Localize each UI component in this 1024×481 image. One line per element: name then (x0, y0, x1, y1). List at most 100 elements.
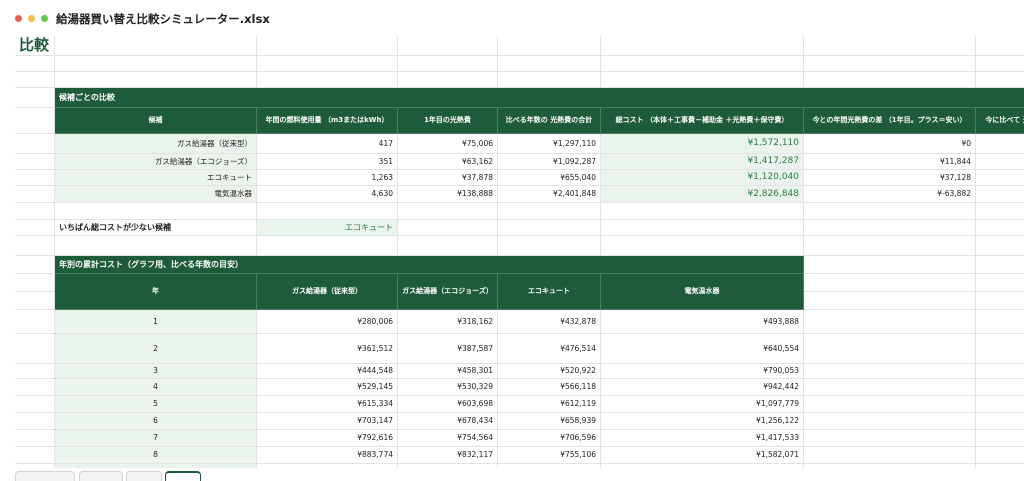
grid-cell[interactable] (976, 274, 1024, 292)
grid-cell[interactable] (976, 236, 1024, 256)
annual-diff-cell[interactable]: ¥11,844 (804, 154, 976, 170)
cumulative-cost-cell[interactable]: ¥458,301 (398, 364, 498, 379)
cumulative-cost-cell[interactable]: ¥754,564 (398, 430, 498, 447)
grid-cell[interactable] (804, 310, 976, 334)
grid-cell[interactable] (498, 72, 601, 88)
column-header[interactable]: 候補 (55, 108, 257, 134)
year-cell[interactable]: 5 (55, 396, 257, 413)
grid-cell[interactable] (976, 292, 1024, 310)
cumulative-cost-cell[interactable]: ¥792,616 (257, 430, 398, 447)
grid-cell[interactable] (398, 236, 498, 256)
grid-cell[interactable] (804, 292, 976, 310)
column-header[interactable]: 総コスト （本体＋工事費－補助金 ＋光熱費＋保守費） (601, 108, 804, 134)
column-header[interactable]: ガス給湯器（エコジョーズ） (398, 274, 498, 310)
grid-cell[interactable] (15, 396, 55, 413)
cumulative-cost-cell[interactable]: ¥387,587 (398, 334, 498, 364)
grid-cell[interactable] (15, 292, 55, 310)
grid-cell[interactable] (498, 56, 601, 72)
cumulative-cost-cell[interactable]: ¥703,147 (257, 413, 398, 430)
grid-cell[interactable] (804, 274, 976, 292)
grid-cell[interactable] (398, 203, 498, 220)
grid-cell[interactable] (15, 72, 55, 88)
year-cell[interactable]: 1 (55, 310, 257, 334)
grid-cell[interactable] (15, 256, 55, 274)
cumulative-cost-cell[interactable]: ¥1,256,122 (601, 413, 804, 430)
total-cost-cell[interactable]: ¥1,572,110 (601, 134, 804, 154)
grid-cell[interactable] (15, 310, 55, 334)
cumulative-cost-cell[interactable]: ¥520,922 (498, 364, 601, 379)
grid-cell[interactable] (804, 430, 976, 447)
grid-cell[interactable] (976, 447, 1024, 464)
grid-cell[interactable] (804, 447, 976, 464)
grid-cell[interactable] (976, 430, 1024, 447)
grid-cell[interactable] (55, 72, 257, 88)
grid-cell[interactable] (976, 72, 1024, 88)
year-cell[interactable]: 4 (55, 379, 257, 396)
cumulative-cost-cell[interactable]: ¥280,006 (257, 310, 398, 334)
cumulative-cost-cell[interactable]: ¥706,596 (498, 430, 601, 447)
grid-cell[interactable] (804, 56, 976, 72)
grid-cell[interactable] (498, 36, 601, 56)
grid-cell[interactable] (15, 236, 55, 256)
cumulative-cost-cell[interactable]: ¥530,329 (398, 379, 498, 396)
grid-cell[interactable] (976, 134, 1024, 154)
grid-cell[interactable] (976, 396, 1024, 413)
first-year-cost-cell[interactable]: ¥37,878 (398, 170, 498, 186)
grid-cell[interactable] (976, 379, 1024, 396)
cumulative-cost-cell[interactable]: ¥678,434 (398, 413, 498, 430)
cumulative-cost-cell[interactable]: ¥444,548 (257, 364, 398, 379)
grid-cell[interactable] (257, 56, 398, 72)
grid-cell[interactable] (15, 108, 55, 134)
sheet-tab[interactable] (79, 471, 123, 481)
section-title-candidates[interactable]: 候補ごとの比較 (55, 88, 1024, 108)
grid-cell[interactable] (601, 72, 804, 88)
sheet-tab[interactable] (126, 471, 162, 481)
grid-cell[interactable] (601, 56, 804, 72)
cumulative-cost-cell[interactable]: ¥529,145 (257, 379, 398, 396)
grid-cell[interactable] (257, 36, 398, 56)
grid-cell[interactable] (804, 236, 976, 256)
cumulative-cost-cell[interactable]: ¥658,939 (498, 413, 601, 430)
grid-cell[interactable] (55, 236, 257, 256)
year-cell[interactable]: 8 (55, 447, 257, 464)
annual-diff-cell[interactable]: ¥37,128 (804, 170, 976, 186)
grid-cell[interactable] (804, 364, 976, 379)
best-candidate-value[interactable]: エコキュート (257, 220, 398, 236)
cumulative-cost-cell[interactable]: ¥318,162 (398, 310, 498, 334)
maximize-window-button[interactable] (41, 15, 48, 22)
candidate-name[interactable]: ガス給湯器（従来型） (55, 134, 257, 154)
grid-cell[interactable] (398, 220, 498, 236)
grid-cell[interactable] (601, 203, 804, 220)
grid-cell[interactable] (804, 256, 976, 274)
cumulative-cost-cell[interactable]: ¥883,774 (257, 447, 398, 464)
cumulative-cost-cell[interactable]: ¥612,119 (498, 396, 601, 413)
grid-cell[interactable] (15, 413, 55, 430)
cumulative-cost-cell[interactable]: ¥640,554 (601, 334, 804, 364)
column-header[interactable]: 今に比べて 元 (976, 108, 1024, 134)
grid-cell[interactable] (15, 220, 55, 236)
year-cell[interactable]: 2 (55, 334, 257, 364)
sheet-tab-active[interactable] (165, 471, 201, 481)
candidate-name[interactable]: ガス給湯器（エコジョーズ） (55, 154, 257, 170)
candidate-name[interactable]: 電気温水器 (55, 186, 257, 203)
grid-cell[interactable] (804, 72, 976, 88)
total-energy-cost-cell[interactable]: ¥1,092,287 (498, 154, 601, 170)
total-cost-cell[interactable]: ¥2,826,848 (601, 186, 804, 203)
grid-cell[interactable] (15, 430, 55, 447)
grid-cell[interactable] (55, 203, 257, 220)
best-candidate-label[interactable]: いちばん総コストが少ない候補 (55, 220, 257, 236)
grid-cell[interactable] (976, 186, 1024, 203)
cumulative-cost-cell[interactable]: ¥1,097,779 (601, 396, 804, 413)
total-energy-cost-cell[interactable]: ¥655,040 (498, 170, 601, 186)
year-cell[interactable]: 6 (55, 413, 257, 430)
grid-cell[interactable] (601, 36, 804, 56)
grid-cell[interactable] (804, 36, 976, 56)
column-header[interactable]: エコキュート (498, 274, 601, 310)
column-header[interactable]: 比べる年数の 光熱費の合計 (498, 108, 601, 134)
cumulative-cost-cell[interactable]: ¥790,053 (601, 364, 804, 379)
close-window-button[interactable] (15, 15, 22, 22)
cumulative-cost-cell[interactable]: ¥832,117 (398, 447, 498, 464)
cumulative-cost-cell[interactable]: ¥361,512 (257, 334, 398, 364)
year-cell[interactable]: 7 (55, 430, 257, 447)
grid-cell[interactable] (257, 72, 398, 88)
